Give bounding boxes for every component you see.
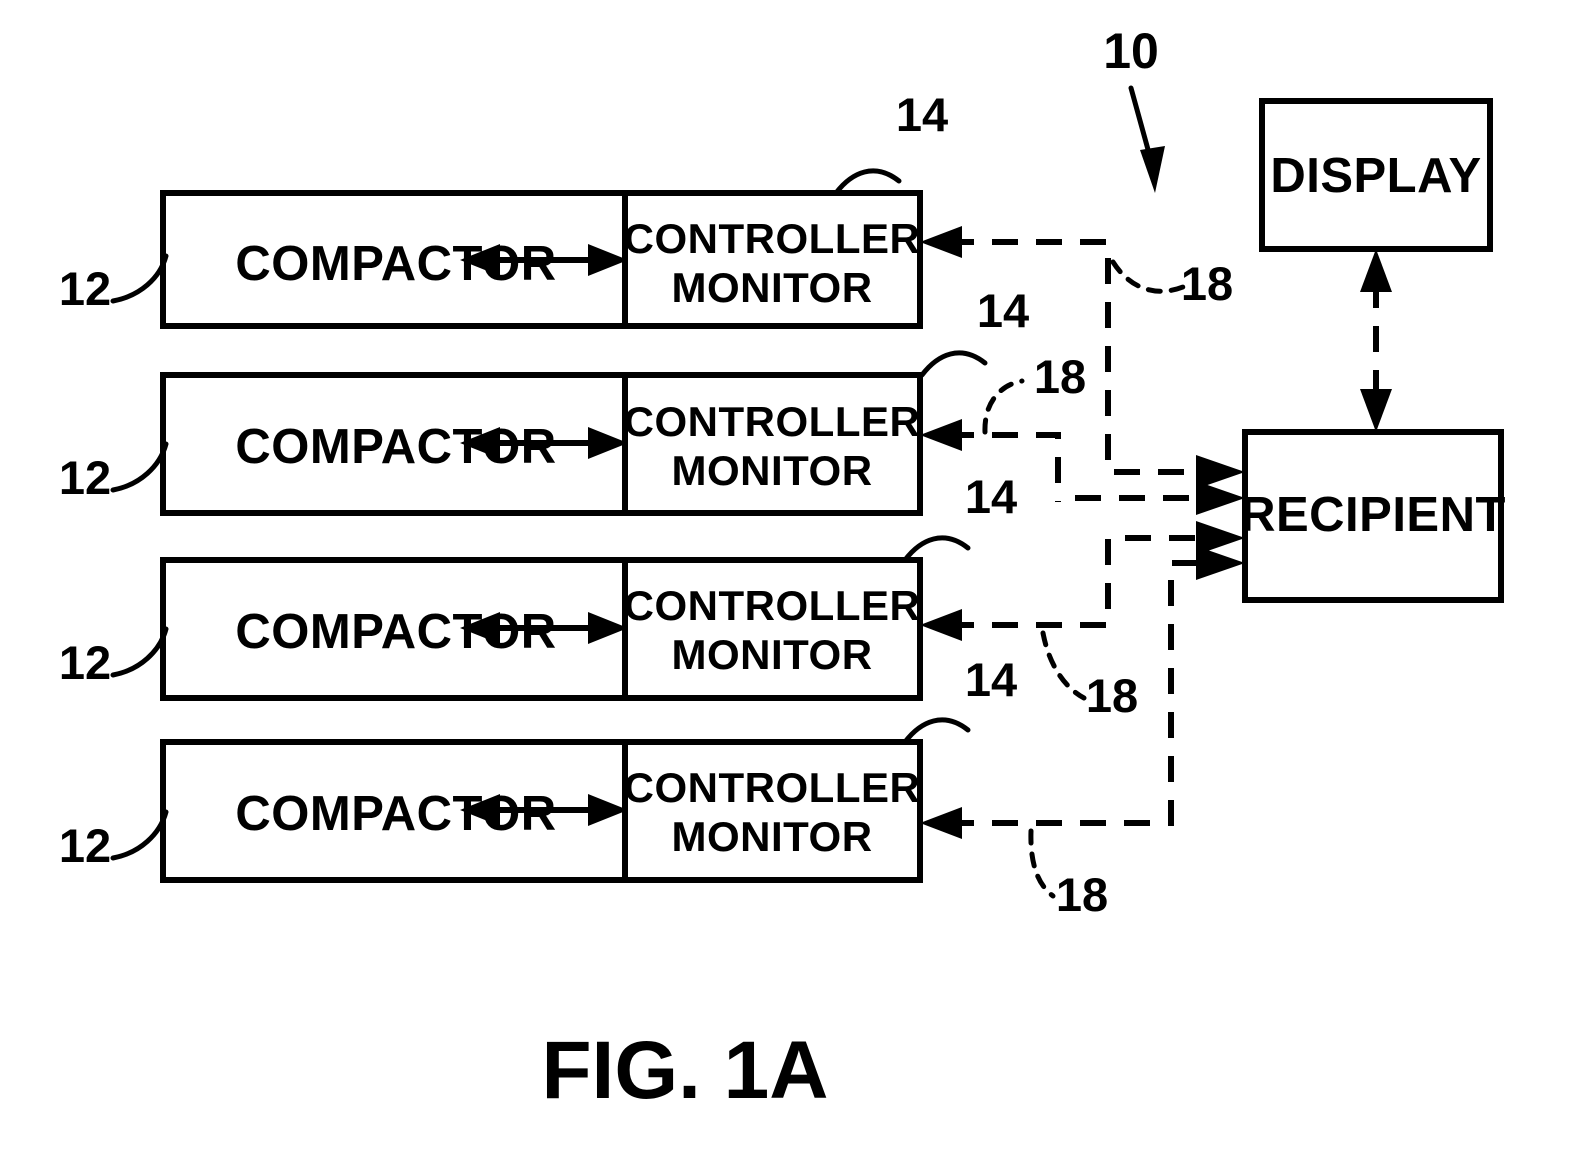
- ref-numeral-18-1: 18: [1181, 257, 1233, 310]
- compactor-label-3: COMPACTOR: [235, 605, 556, 659]
- ref-numeral-14-2: 14: [977, 284, 1029, 337]
- controller-label-line1-3: CONTROLLER: [624, 582, 921, 629]
- arrowhead-into-controller-1: [920, 226, 962, 258]
- arrowhead-into-recipient-2: [1196, 481, 1245, 515]
- controller-label-line2-3: MONITOR: [671, 631, 872, 678]
- ref-numeral-14-4: 14: [965, 653, 1017, 706]
- arrowhead-to-display: [1360, 249, 1392, 292]
- leader-line-compactor-4: [110, 809, 169, 861]
- arrowhead-system-10: [1140, 146, 1165, 193]
- recipient-label: RECIPIENT: [1240, 488, 1506, 542]
- ref-numeral-18-3: 18: [1086, 669, 1138, 722]
- leader-line-link-1: [1110, 259, 1186, 294]
- leader-line-controller-3: [902, 535, 971, 563]
- leader-line-link-2: [982, 378, 1025, 435]
- arrowhead-into-controller-3: [920, 609, 962, 641]
- leader-line-compactor-1: [110, 253, 169, 304]
- link-display-recipient: [1360, 249, 1392, 432]
- network-path-3: [948, 535, 1196, 628]
- leader-line-controller-1: [833, 168, 902, 196]
- arrowhead-into-recipient-4: [1196, 546, 1245, 580]
- system-reference-group: 10: [1103, 23, 1165, 193]
- ref-numeral-18-4: 18: [1056, 868, 1108, 921]
- ref-numeral-14-1: 14: [896, 88, 948, 141]
- ref-numeral-12-2: 12: [59, 451, 111, 504]
- row-1: COMPACTOR 12 CONTROLLER MONITOR 14: [59, 88, 948, 329]
- leader-line-controller-4: [902, 717, 971, 745]
- controller-label-line1-2: CONTROLLER: [624, 398, 921, 445]
- patent-figure-1a: COMPACTOR 12 CONTROLLER MONITOR 14 COMPA…: [0, 0, 1571, 1150]
- compactor-label-1: COMPACTOR: [235, 237, 556, 291]
- ref-numeral-14-3: 14: [965, 470, 1017, 523]
- diagram-canvas: COMPACTOR 12 CONTROLLER MONITOR 14 COMPA…: [59, 23, 1506, 1116]
- controller-label-line2-2: MONITOR: [671, 447, 872, 494]
- leader-line-link-3: [1040, 630, 1087, 701]
- ref-numeral-18-2: 18: [1034, 350, 1086, 403]
- leader-line-compactor-3: [110, 626, 169, 678]
- controller-label-line2-1: MONITOR: [671, 264, 872, 311]
- ref-numeral-10: 10: [1103, 23, 1159, 79]
- leader-line-compactor-2: [110, 441, 169, 493]
- controller-label-line2-4: MONITOR: [671, 813, 872, 860]
- arrowhead-into-controller-4: [920, 807, 962, 839]
- network-link-row-4: 18: [920, 546, 1245, 921]
- display-label: DISPLAY: [1270, 149, 1481, 203]
- figure-caption: FIG. 1A: [541, 1025, 828, 1116]
- arrowhead-into-controller-2: [920, 419, 962, 451]
- compactor-label-4: COMPACTOR: [235, 787, 556, 841]
- recipient-group: RECIPIENT: [1240, 429, 1506, 603]
- ref-numeral-12-4: 12: [59, 819, 111, 872]
- arrowhead-to-recipient-from-display: [1360, 389, 1392, 432]
- ref-numeral-12-1: 12: [59, 262, 111, 315]
- leader-line-link-4: [1028, 828, 1056, 899]
- leader-line-controller-2: [919, 350, 988, 378]
- ref-numeral-12-3: 12: [59, 636, 111, 689]
- display-group: DISPLAY: [1259, 98, 1493, 252]
- compactor-label-2: COMPACTOR: [235, 420, 556, 474]
- controller-label-line1-4: CONTROLLER: [624, 764, 921, 811]
- controller-label-line1-1: CONTROLLER: [624, 215, 921, 262]
